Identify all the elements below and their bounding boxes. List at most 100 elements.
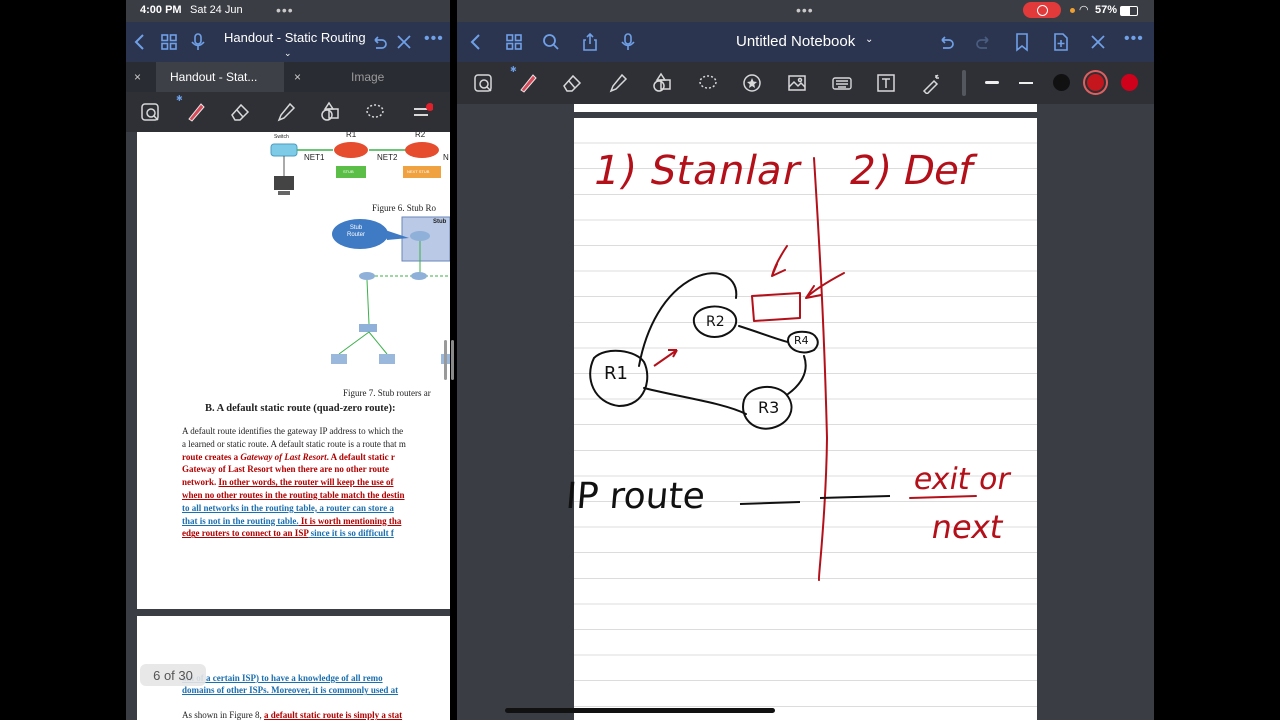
document-title[interactable]: Handout - Static Routing [224,30,366,45]
paragraph-line: network. In other words, the router will… [182,476,394,489]
more-icon[interactable]: ••• [424,30,444,48]
link-r1-r3 [643,387,747,415]
exit-text: exit or [910,462,1014,497]
lasso-icon[interactable] [694,69,722,97]
box-stroke [751,292,801,322]
grid-icon[interactable] [504,32,524,52]
paragraph-line: a learned or static route. A default sta… [182,438,406,451]
more-icon[interactable]: ••• [1124,30,1144,48]
paragraph-line: that is not in the routing table. It is … [182,515,401,528]
pen-tool-icon[interactable] [514,69,542,97]
eraser-icon[interactable] [558,69,586,97]
recording-indicator[interactable] [1023,2,1061,18]
close-icon[interactable] [1088,32,1108,52]
text-run: a learned or static route. A default sta… [182,438,406,449]
pen-tool-icon[interactable] [182,98,210,126]
net3-label: N [443,153,449,162]
multitask-dots-right[interactable]: ••• [796,2,814,18]
keyboard-icon[interactable] [828,69,856,97]
image-icon[interactable] [783,69,811,97]
paragraph-line: domains of other ISPs. Moreover, it is c… [182,684,398,697]
text-run: to all networks in the routing table, a … [182,502,394,513]
paragraph-line: A default route identifies the gateway I… [182,425,403,438]
switch-label: Switch [274,134,289,140]
text-run: that is not in the routing table. [182,515,299,526]
notebook-title[interactable]: Untitled Notebook [736,33,855,50]
arrow-stroke [805,272,845,299]
tab-image[interactable]: Image [351,62,384,92]
grid-icon[interactable] [159,32,179,52]
text-run: network. [182,477,219,488]
net2-label: NET2 [377,153,398,162]
text-run: ain of a certain ISP) to have a knowledg… [182,673,383,683]
figure-6-diagram [270,142,441,195]
right-drawing-toolbar: ✱ [457,62,1154,104]
search-icon[interactable] [541,32,561,52]
undo-icon[interactable] [936,32,956,52]
shapes-icon[interactable] [648,69,676,97]
previous-page-edge [574,104,1037,112]
shapes-icon[interactable] [316,98,344,126]
paragraph-line: route creates a Gateway of Last Resort. … [182,451,395,464]
tab-handout-label: Handout - Stat... [170,70,258,84]
redo-icon[interactable] [974,32,994,52]
eraser-icon[interactable] [226,98,254,126]
pdf-page-6[interactable]: Switch R1 R2 NET1 NET2 N STUB NEXT STUB … [137,132,450,609]
dash-2 [819,495,891,499]
stub-router-bubble: Stub Router [347,225,365,239]
stroke-thick-option[interactable] [985,81,999,84]
text-box-icon[interactable] [872,69,900,97]
scroll-indicator[interactable] [444,340,447,380]
zoom-lasso-icon[interactable] [469,69,497,97]
dash-1 [739,501,801,505]
share-icon[interactable] [580,32,600,52]
title-chevron-icon[interactable]: ⌄ [865,34,873,45]
split-view-divider[interactable] [451,340,454,380]
home-indicator[interactable] [505,708,775,713]
paragraph-line: to all networks in the routing table, a … [182,502,394,515]
label-r4: R4 [794,334,809,347]
divider-stroke [813,157,828,581]
tab-close-icon[interactable]: × [134,62,141,92]
text-run: Gateway of Last Resort when there are no… [182,464,390,475]
stroke-thin-option[interactable] [1019,82,1033,84]
tab-handout[interactable]: Handout - Stat... [156,62,284,92]
page-indicator: 6 of 30 [140,664,206,686]
net1-label: NET1 [304,153,325,162]
undo-icon[interactable] [369,32,389,52]
text-run: As shown in Figure 8, [182,710,265,720]
microphone-icon[interactable] [618,32,638,52]
handwriting-layer[interactable] [574,118,1037,720]
stub-router-bubble-text: Stub Router [347,225,366,238]
zoom-lasso-icon[interactable] [136,98,164,126]
heading-def: 2) Def [845,148,979,194]
bookmark-icon[interactable] [1012,32,1032,52]
text-run: . A default static r [326,451,395,462]
multitask-dots-left[interactable]: ••• [276,2,294,18]
back-icon[interactable] [130,32,150,52]
paragraph-line: edge routers to connect to an ISP since … [182,527,394,540]
add-page-icon[interactable] [1051,32,1071,52]
notebook-page[interactable]: 1) Stanlar 2) Def R1 R2 R3 R4 IP route e… [564,118,1037,720]
sticker-icon[interactable] [738,69,766,97]
laser-pointer-icon[interactable] [916,69,944,97]
close-icon[interactable] [394,32,414,52]
color-swatch[interactable] [1087,74,1104,91]
lasso-icon[interactable] [361,98,389,126]
title-chevron-icon[interactable]: ⌄ [284,48,292,59]
tab-close-icon[interactable]: × [294,62,301,92]
figure-6-caption: Figure 6. Stub Ro [372,203,437,213]
paragraph-line: As shown in Figure 8, a default static r… [182,709,402,720]
highlighter-icon[interactable] [604,69,632,97]
text-run: route creates a [182,451,241,462]
highlighter-icon[interactable] [272,98,300,126]
back-icon[interactable] [466,32,486,52]
left-annotation-toolbar: ✱ [126,92,450,132]
battery-percent: 57% [1095,4,1118,16]
stub-box-label: Stub [433,219,447,225]
microphone-icon[interactable] [188,32,208,52]
color-swatch[interactable] [1053,74,1070,91]
pen-settings-icon[interactable] [408,98,436,126]
label-r2: R2 [706,314,725,330]
color-swatch[interactable] [1121,74,1138,91]
